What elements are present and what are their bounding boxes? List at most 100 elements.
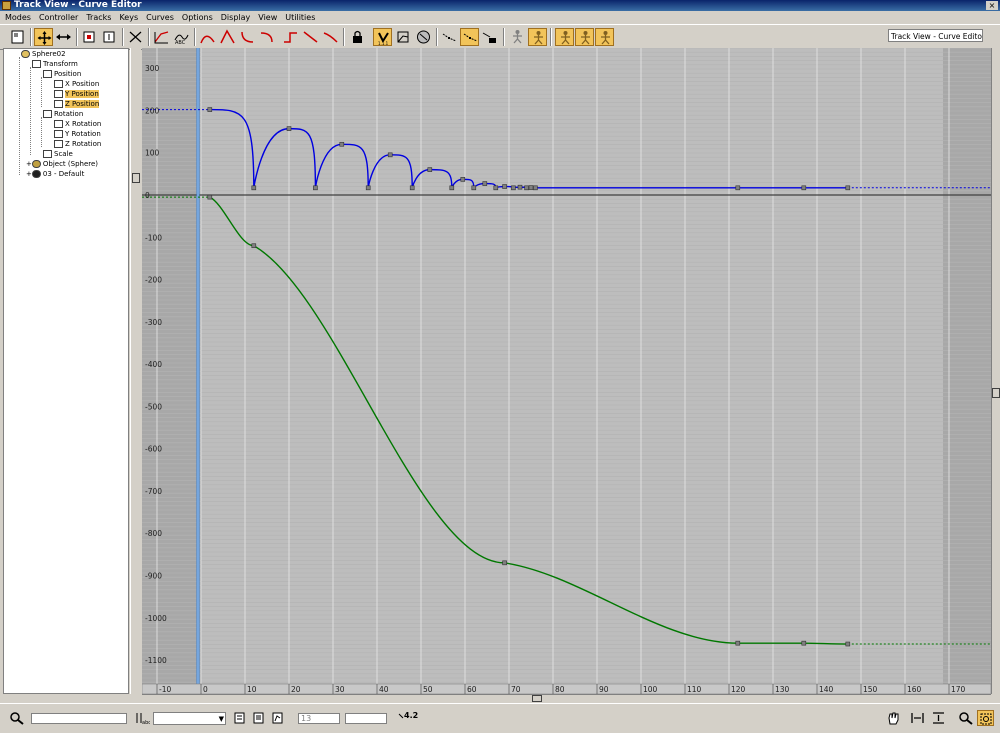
tangent-custom-icon[interactable]: [218, 28, 237, 46]
zoom-horizontal-extents-icon[interactable]: [909, 710, 926, 726]
selection-name-field[interactable]: [31, 713, 127, 724]
tree-node-z-rotation[interactable]: Z Rotation: [54, 139, 101, 149]
precision-button[interactable]: 4.2: [397, 710, 419, 726]
sphere-icon: [31, 160, 41, 168]
tree-scrollbar[interactable]: [130, 48, 141, 694]
snap-frames-icon[interactable]: 1.1.1: [373, 28, 392, 46]
tangent-auto-icon[interactable]: [198, 28, 217, 46]
track-view-name-field[interactable]: Track View - Curve Editor: [888, 29, 983, 42]
tree-node-material[interactable]: +03 - Default: [26, 169, 84, 179]
toolbar: ABC 1.1.1: [0, 24, 1000, 50]
key-marker: [517, 184, 523, 190]
tree-node-transform[interactable]: Transform: [32, 59, 78, 69]
tree-connector: [41, 117, 42, 147]
tree-node-object-sphere[interactable]: + Object (Sphere): [26, 159, 98, 169]
draw-curves-button[interactable]: [152, 28, 171, 46]
parameter-curve-out-of-range-icon[interactable]: [394, 28, 413, 46]
expand-plus-icon[interactable]: +: [26, 160, 32, 168]
add-keys-button[interactable]: [126, 28, 145, 46]
filter-animated-tracks-icon[interactable]: [269, 710, 286, 726]
menu-keys[interactable]: Keys: [119, 13, 138, 22]
value-tick-label: -700: [145, 487, 162, 496]
menu-display[interactable]: Display: [221, 13, 251, 22]
filter-selected-objects-icon[interactable]: [250, 710, 267, 726]
show-biped-rotations-icon[interactable]: [528, 28, 547, 46]
value-field[interactable]: [345, 713, 387, 724]
show-biped-positions-icon[interactable]: [508, 28, 527, 46]
slide-keys-button[interactable]: [54, 28, 73, 46]
tree-node-scale[interactable]: Scale: [43, 149, 73, 159]
value-tick-label: -1100: [145, 656, 167, 665]
curve-graph[interactable]: -10 0 10 20 30 40 50 60 70 80 90 100 110 120 130 140 150…: [142, 48, 991, 694]
key-marker: [801, 640, 807, 646]
value-tick-label: -500: [145, 402, 162, 411]
menu-controller[interactable]: Controller: [39, 13, 78, 22]
value-tick-label: -800: [145, 529, 162, 538]
frame-tick-label: 140: [819, 685, 834, 694]
tangent-smooth-icon[interactable]: [321, 28, 340, 46]
tree-scroll-thumb[interactable]: [132, 173, 140, 183]
track-icon: [54, 130, 63, 138]
tree-node-y-rotation[interactable]: Y Rotation: [54, 129, 101, 139]
close-button[interactable]: ×: [986, 1, 998, 10]
show-biped-z-curves-icon[interactable]: [595, 28, 614, 46]
graph-v-scroll-thumb[interactable]: [992, 388, 1000, 398]
frame-tick-label: 50: [423, 685, 433, 694]
graph-horizontal-scrollbar[interactable]: [142, 694, 991, 702]
tree-node-position[interactable]: Position: [43, 69, 81, 79]
tree-node-z-position[interactable]: Z Position: [54, 99, 100, 109]
lock-handles-icon[interactable]: [480, 28, 499, 46]
tree-node-x-rotation[interactable]: X Rotation: [54, 119, 101, 129]
zoom-value-extents-icon[interactable]: [930, 710, 947, 726]
reduce-keys-button[interactable]: ABC: [172, 28, 191, 46]
menu-utilities[interactable]: Utilities: [285, 13, 315, 22]
tree-node-x-position[interactable]: X Position: [54, 79, 99, 89]
toolbar-separator: [343, 28, 345, 46]
track-set-dropdown[interactable]: ▼: [153, 712, 226, 725]
zoom-selected-object-icon[interactable]: [8, 710, 25, 726]
lock-selection-icon[interactable]: [348, 28, 367, 46]
tangent-slow-icon[interactable]: [258, 28, 277, 46]
track-sets-icon[interactable]: abc: [133, 710, 150, 726]
out-of-range-right: [943, 48, 991, 684]
expand-plus-icon[interactable]: +: [26, 170, 32, 178]
graph-vertical-scrollbar[interactable]: [991, 48, 1000, 694]
key-marker: [251, 185, 257, 191]
menu-modes[interactable]: Modes: [5, 13, 31, 22]
tangent-fast-icon[interactable]: [238, 28, 257, 46]
menu-options[interactable]: Options: [182, 13, 213, 22]
scale-values-button[interactable]: [100, 28, 119, 46]
scale-keys-button[interactable]: [80, 28, 99, 46]
show-keyable-icon[interactable]: [414, 28, 433, 46]
value-tick-label: -900: [145, 572, 162, 581]
value-tick-label: -200: [145, 276, 162, 285]
key-marker: [339, 141, 345, 147]
tree-connector: [41, 77, 42, 107]
window-titlebar: Track View - Curve Editor ×: [0, 0, 1000, 11]
graph-h-scroll-thumb[interactable]: [532, 695, 542, 702]
tangent-step-icon[interactable]: [281, 28, 300, 46]
move-keys-button[interactable]: [34, 28, 53, 46]
show-biped-y-curves-icon[interactable]: [575, 28, 594, 46]
menu-view[interactable]: View: [258, 13, 277, 22]
lock-tangents-icon[interactable]: [460, 28, 479, 46]
tree-node-rotation[interactable]: Rotation: [43, 109, 83, 119]
tree-node-sphere02[interactable]: Sphere02: [21, 49, 66, 59]
zoom-region-icon[interactable]: [977, 710, 994, 726]
tangent-linear-icon[interactable]: [301, 28, 320, 46]
svg-text:1.1.1: 1.1.1: [378, 41, 389, 46]
show-biped-x-curves-icon[interactable]: [555, 28, 574, 46]
zoom-icon[interactable]: [957, 710, 974, 726]
filter-selected-tracks-icon[interactable]: [231, 710, 248, 726]
material-icon: [31, 170, 41, 178]
frame-tick-label: 60: [467, 685, 477, 694]
pan-hand-icon[interactable]: [885, 710, 902, 726]
menu-tracks[interactable]: Tracks: [86, 13, 111, 22]
tree-connector: [30, 67, 31, 155]
key-marker: [460, 177, 466, 182]
frame-field[interactable]: 13: [298, 713, 340, 724]
show-tangents-icon[interactable]: [440, 28, 459, 46]
menu-curves[interactable]: Curves: [146, 13, 174, 22]
tree-node-y-position[interactable]: Y Position: [54, 89, 99, 99]
filters-button[interactable]: [8, 28, 27, 46]
